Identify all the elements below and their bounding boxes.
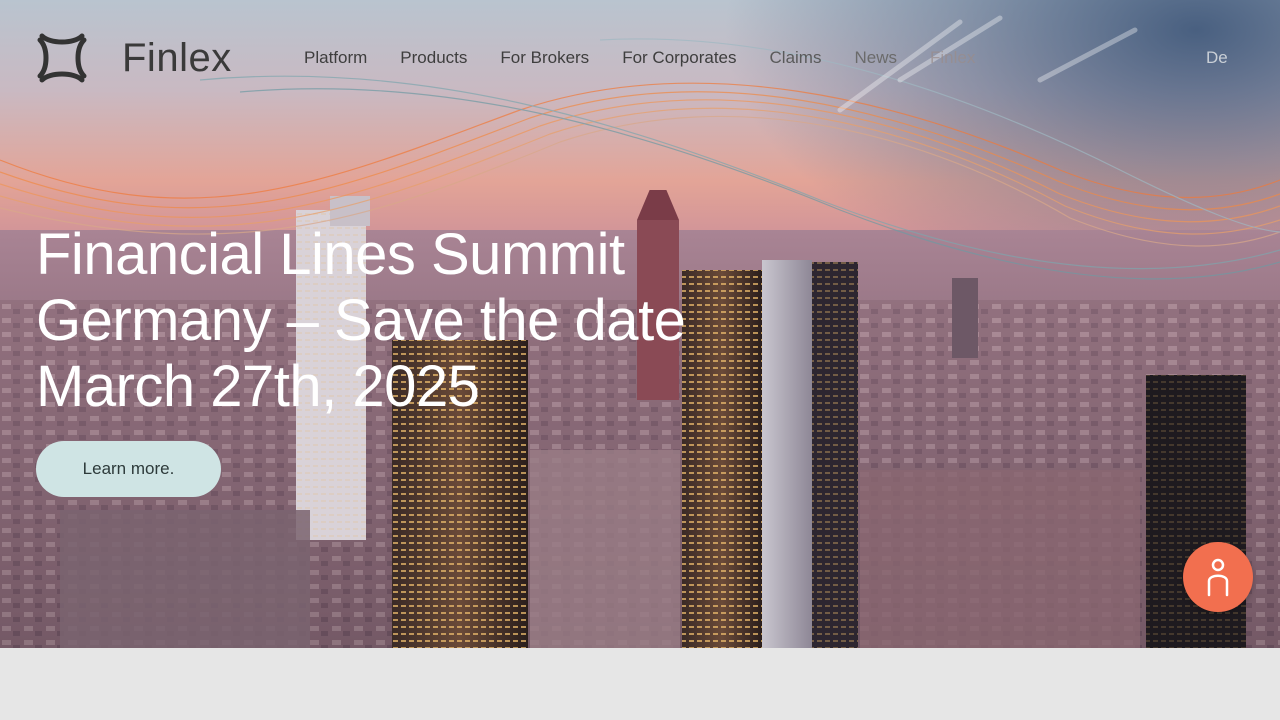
top-navigation: Finlex Platform Products For Brokers For…	[0, 0, 1280, 118]
learn-more-button[interactable]: Learn more.	[36, 441, 221, 497]
nav-item-for-corporates[interactable]: For Corporates	[622, 48, 736, 68]
nav-item-products[interactable]: Products	[400, 48, 467, 68]
nav-item-claims[interactable]: Claims	[770, 48, 822, 68]
finlex-logo[interactable]: Finlex	[34, 30, 232, 86]
nav-item-news[interactable]: News	[854, 48, 897, 68]
nav-item-for-brokers[interactable]: For Brokers	[500, 48, 589, 68]
person-icon	[1207, 558, 1229, 597]
chat-button[interactable]	[1183, 542, 1253, 612]
language-switch[interactable]: De	[1206, 48, 1228, 68]
nav-item-platform[interactable]: Platform	[304, 48, 367, 68]
hero-banner: Finlex Platform Products For Brokers For…	[0, 0, 1280, 648]
page-below-hero	[0, 648, 1280, 720]
brand-name: Finlex	[122, 36, 232, 80]
hero-headline: Financial Lines Summit Germany – Save th…	[36, 222, 686, 419]
logo-mark-icon	[37, 33, 87, 83]
nav-item-finlex[interactable]: Finlex	[930, 48, 975, 68]
main-menu: Platform Products For Brokers For Corpor…	[304, 48, 1008, 68]
